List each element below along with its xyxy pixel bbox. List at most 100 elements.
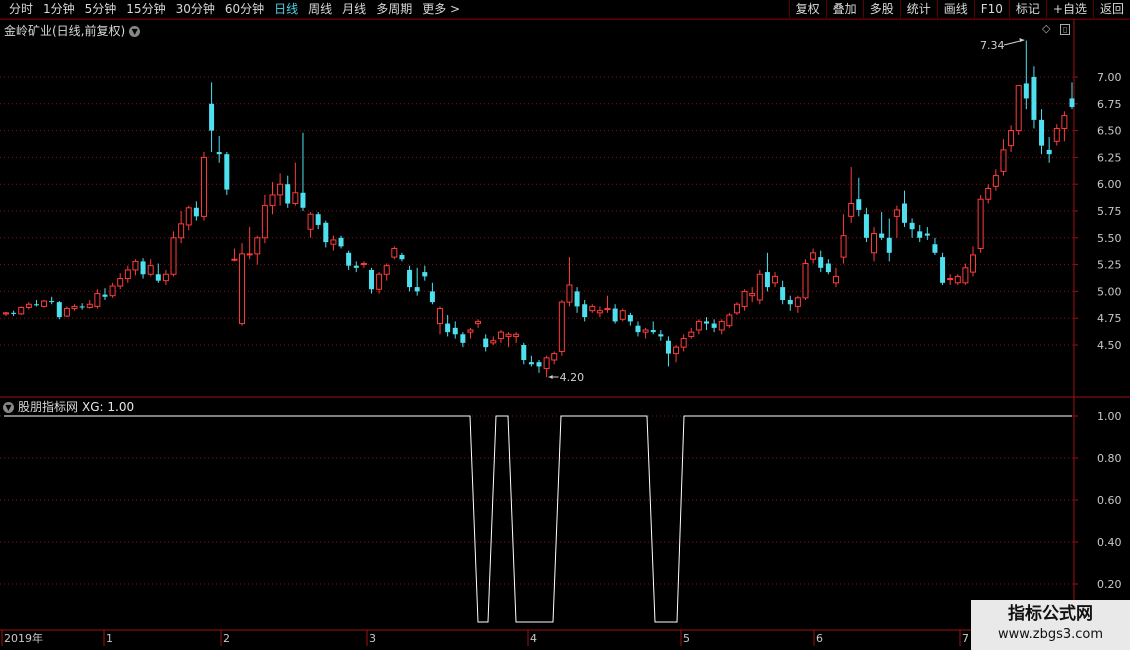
price-tick-label: 4.75: [1097, 312, 1122, 325]
candle-body-down: [346, 252, 352, 266]
candle-body-down: [856, 199, 862, 210]
candle-body-down: [924, 233, 930, 236]
candle-body-up: [893, 209, 900, 217]
candle-body-up: [741, 290, 748, 307]
candle-body-down: [407, 269, 413, 288]
candle-body-up: [391, 248, 398, 258]
xaxis-label: 4: [530, 632, 537, 645]
candle-body-up: [832, 275, 839, 284]
candle-body-up: [490, 340, 497, 344]
candle-body-up: [848, 202, 855, 217]
candle-body-up: [376, 273, 383, 290]
candle-body-up: [41, 300, 48, 307]
candle-body-up: [749, 293, 756, 297]
candle-body-up: [871, 233, 878, 254]
candle-body-down: [780, 287, 786, 300]
candle-body-up: [277, 183, 284, 196]
candle-body-down: [521, 345, 527, 361]
candle-body-up: [840, 235, 847, 258]
candle-body-up: [810, 252, 817, 260]
candle-body-down: [102, 294, 108, 297]
candle-body-up: [718, 320, 725, 331]
candle-body-up: [726, 314, 733, 327]
candle-body-down: [429, 291, 435, 303]
candle-body-down: [209, 103, 215, 131]
candle-body-up: [475, 320, 482, 325]
candle-body-down: [11, 312, 17, 314]
candle-body-down: [353, 265, 359, 268]
candle-body-up: [132, 260, 139, 271]
candle-body-up: [558, 301, 565, 352]
candle-body-down: [886, 237, 892, 253]
candle-body-up: [497, 331, 504, 340]
candle-body-up: [802, 263, 809, 299]
candle-body-up: [985, 187, 992, 200]
candle-body-up: [467, 329, 474, 333]
candle-body-up: [680, 338, 687, 348]
candle-body-down: [1039, 119, 1045, 146]
candle-body-up: [794, 297, 801, 307]
candle-body-down: [879, 233, 885, 238]
xaxis-label: 2: [223, 632, 230, 645]
candle-body-up: [254, 237, 261, 255]
candle-body-down: [825, 263, 831, 273]
candle-body-down: [445, 323, 451, 333]
candle-body-up: [992, 175, 999, 187]
price-tick-label: 5.25: [1097, 259, 1122, 272]
candle-body-up: [619, 310, 626, 320]
candle-body-up: [292, 192, 299, 204]
candle-body-up: [604, 308, 611, 311]
candle-body-up: [269, 194, 276, 207]
indicator-tick-label: 0.80: [1097, 452, 1122, 465]
candle-body-up: [505, 333, 512, 337]
candle-body-down: [658, 334, 664, 337]
candle-body-up: [733, 303, 740, 314]
xaxis-label: 1: [106, 632, 113, 645]
candle-body-down: [56, 302, 62, 318]
candle-body-up: [589, 305, 596, 312]
candle-body-down: [1023, 83, 1029, 99]
candle-body-up: [695, 320, 702, 331]
candle-body-up: [330, 239, 337, 245]
xaxis-label: 3: [369, 632, 376, 645]
candle-body-down: [711, 323, 717, 328]
candle-body-up: [261, 205, 268, 239]
price-tick-label: 5.00: [1097, 285, 1122, 298]
candle-body-down: [627, 314, 633, 322]
candle-body-up: [109, 285, 116, 297]
candle-body-down: [704, 321, 710, 324]
candle-body-down: [574, 291, 580, 307]
candle-body-up: [954, 275, 961, 284]
candle-body-up: [200, 156, 207, 217]
candle-body-up: [63, 308, 70, 317]
candle-body-up: [170, 237, 177, 275]
price-tick-label: 6.25: [1097, 151, 1122, 164]
candle-body-down: [315, 214, 321, 225]
price-tick-label: 6.75: [1097, 98, 1122, 111]
candle-body-up: [1008, 130, 1015, 147]
price-tick-label: 7.00: [1097, 71, 1122, 84]
candle-body-down: [368, 269, 374, 290]
candle-body-up: [772, 275, 779, 284]
candle-body-up: [231, 258, 238, 261]
candle-body-up: [551, 353, 558, 361]
candle-body-down: [1046, 149, 1052, 155]
kline-chart[interactable]: 7.00 6.75 6.50 6.25 6.00 5.75 5.50 5.25 5.00 4.75…: [0, 0, 1130, 650]
candle-body-up: [3, 312, 9, 315]
candle-body-up: [94, 293, 101, 307]
candle-body-down: [414, 287, 420, 292]
candle-body-down: [863, 214, 869, 238]
xaxis-label: 6: [816, 632, 823, 645]
candle-body-up: [566, 284, 573, 303]
price-tick-label: 6.50: [1097, 125, 1122, 138]
candle-body-up: [25, 303, 32, 308]
candle-body-up: [947, 278, 954, 281]
candle-body-down: [932, 244, 938, 253]
xaxis-label: 7: [962, 632, 969, 645]
xg-signal-line: [4, 415, 1072, 623]
price-tick-label: 6.00: [1097, 178, 1122, 191]
candle-body-up: [688, 331, 695, 337]
price-tick-label: 4.50: [1097, 339, 1122, 352]
xaxis-label: 5: [683, 632, 690, 645]
candle-body-up: [71, 305, 78, 310]
